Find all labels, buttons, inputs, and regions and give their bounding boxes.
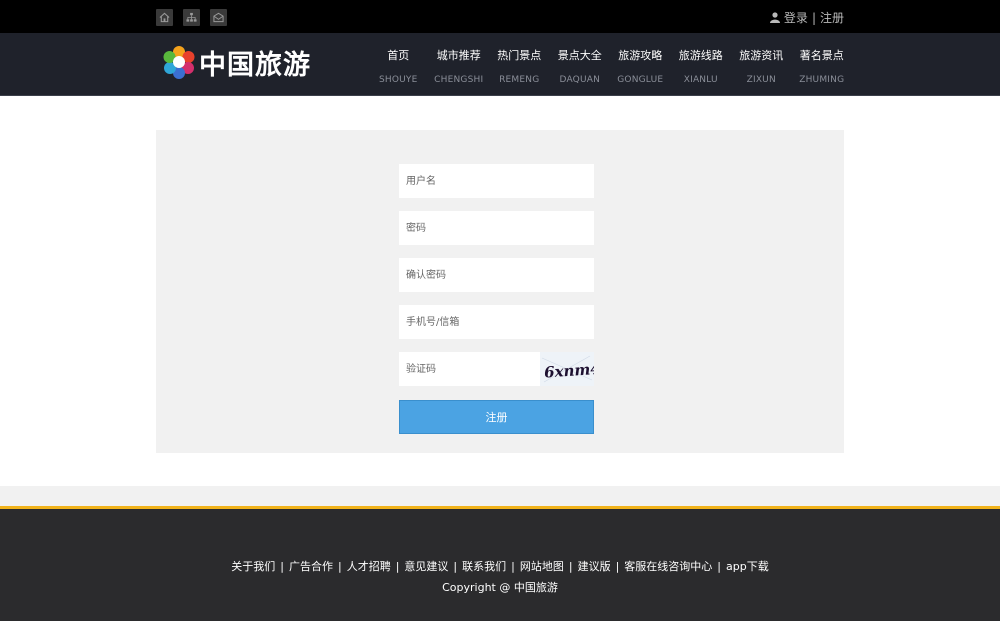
user-icon xyxy=(769,12,780,23)
footer-link-lite[interactable]: 建议版 xyxy=(578,560,611,573)
nav-sublabel: GONGLUE xyxy=(617,75,664,85)
nav-item-zhuming[interactable]: 著名景点 ZHUMING xyxy=(792,33,853,96)
home-icon[interactable] xyxy=(156,9,173,26)
nav-sublabel: CHENGSHI xyxy=(434,75,484,85)
nav-label: 旅游资讯 xyxy=(739,49,784,62)
nav-sublabel: XIANLU xyxy=(683,75,718,85)
copyright: Copyright @ 中国旅游 xyxy=(442,581,558,594)
nav-label: 首页 xyxy=(387,49,410,62)
nav-label: 旅游线路 xyxy=(678,49,723,62)
captcha-image[interactable]: 6xnm4 xyxy=(540,352,601,386)
nav-sublabel: ZHUMING xyxy=(799,75,845,85)
footer-link-jobs[interactable]: 人才招聘 xyxy=(347,560,391,573)
password-input[interactable] xyxy=(399,211,594,245)
footer-link-app[interactable]: app下载 xyxy=(726,560,769,573)
footer-spacer xyxy=(0,486,1000,506)
nav-label: 热门景点 xyxy=(497,49,542,62)
main-nav: 首页 SHOUYE 城市推荐 CHENGSHI 热门景点 REMENG 景点大全… xyxy=(368,33,852,96)
footer-link-ads[interactable]: 广告合作 xyxy=(289,560,333,573)
nav-item-shouye[interactable]: 首页 SHOUYE xyxy=(368,33,429,96)
nav-item-zixun[interactable]: 旅游资讯 ZIXUN xyxy=(731,33,792,96)
footer-link-feedback[interactable]: 意见建议 xyxy=(404,560,448,573)
nav-item-remeng[interactable]: 热门景点 REMENG xyxy=(489,33,550,96)
nav-item-chengshi[interactable]: 城市推荐 CHENGSHI xyxy=(429,33,490,96)
mail-icon[interactable] xyxy=(210,9,227,26)
nav-sublabel: ZIXUN xyxy=(746,75,776,85)
phone-email-input[interactable] xyxy=(399,305,594,339)
top-bar-inner: 登录 | 注册 xyxy=(156,0,844,33)
username-input[interactable] xyxy=(399,164,594,198)
register-button[interactable]: 注册 xyxy=(399,400,594,434)
captcha-input[interactable] xyxy=(399,352,539,386)
nav-label: 旅游攻略 xyxy=(618,49,663,62)
auth-separator: | xyxy=(811,10,816,25)
nav-sublabel: SHOUYE xyxy=(378,75,418,85)
auth-links: 登录 | 注册 xyxy=(769,9,844,26)
footer-link-about[interactable]: 关于我们 xyxy=(231,560,275,573)
footer-link-sitemap[interactable]: 网站地图 xyxy=(520,560,564,573)
site-header: 中国旅游 首页 SHOUYE 城市推荐 CHENGSHI 热门景点 REMENG… xyxy=(0,33,1000,96)
nav-sublabel: DAQUAN xyxy=(559,75,601,85)
nav-sublabel: REMENG xyxy=(499,75,540,85)
site-logo[interactable]: 中国旅游 xyxy=(162,44,311,81)
nav-item-gonglue[interactable]: 旅游攻略 GONGLUE xyxy=(610,33,671,96)
nav-label: 城市推荐 xyxy=(436,49,481,62)
register-panel: 6xnm4 注册 xyxy=(156,130,844,453)
nav-label: 著名景点 xyxy=(799,49,844,62)
footer-link-support[interactable]: 客服在线咨询中心 xyxy=(624,560,712,573)
logo-flower-icon xyxy=(163,46,195,79)
register-link[interactable]: 注册 xyxy=(820,9,844,26)
login-link[interactable]: 登录 xyxy=(784,9,808,26)
nav-item-xianlu[interactable]: 旅游线路 XIANLU xyxy=(671,33,732,96)
captcha-row: 6xnm4 xyxy=(399,352,601,386)
footer-links: 关于我们 | 广告合作 | 人才招聘 | 意见建议 | 联系我们 | 网站地图 | 建议版 | 客服在线咨询… xyxy=(231,560,769,573)
nav-item-daquan[interactable]: 景点大全 DAQUAN xyxy=(550,33,611,96)
sitemap-icon[interactable] xyxy=(183,9,200,26)
logo-text: 中国旅游 xyxy=(199,49,311,81)
footer-link-contact[interactable]: 联系我们 xyxy=(462,560,506,573)
nav-label: 景点大全 xyxy=(557,49,602,62)
captcha-text: 6xnm4 xyxy=(544,360,594,382)
confirm-password-input[interactable] xyxy=(399,258,594,292)
top-bar: 登录 | 注册 xyxy=(0,0,1000,33)
site-footer: 关于我们 | 广告合作 | 人才招聘 | 意见建议 | 联系我们 | 网站地图 | 建议版 | 客服在线咨询… xyxy=(0,506,1000,621)
